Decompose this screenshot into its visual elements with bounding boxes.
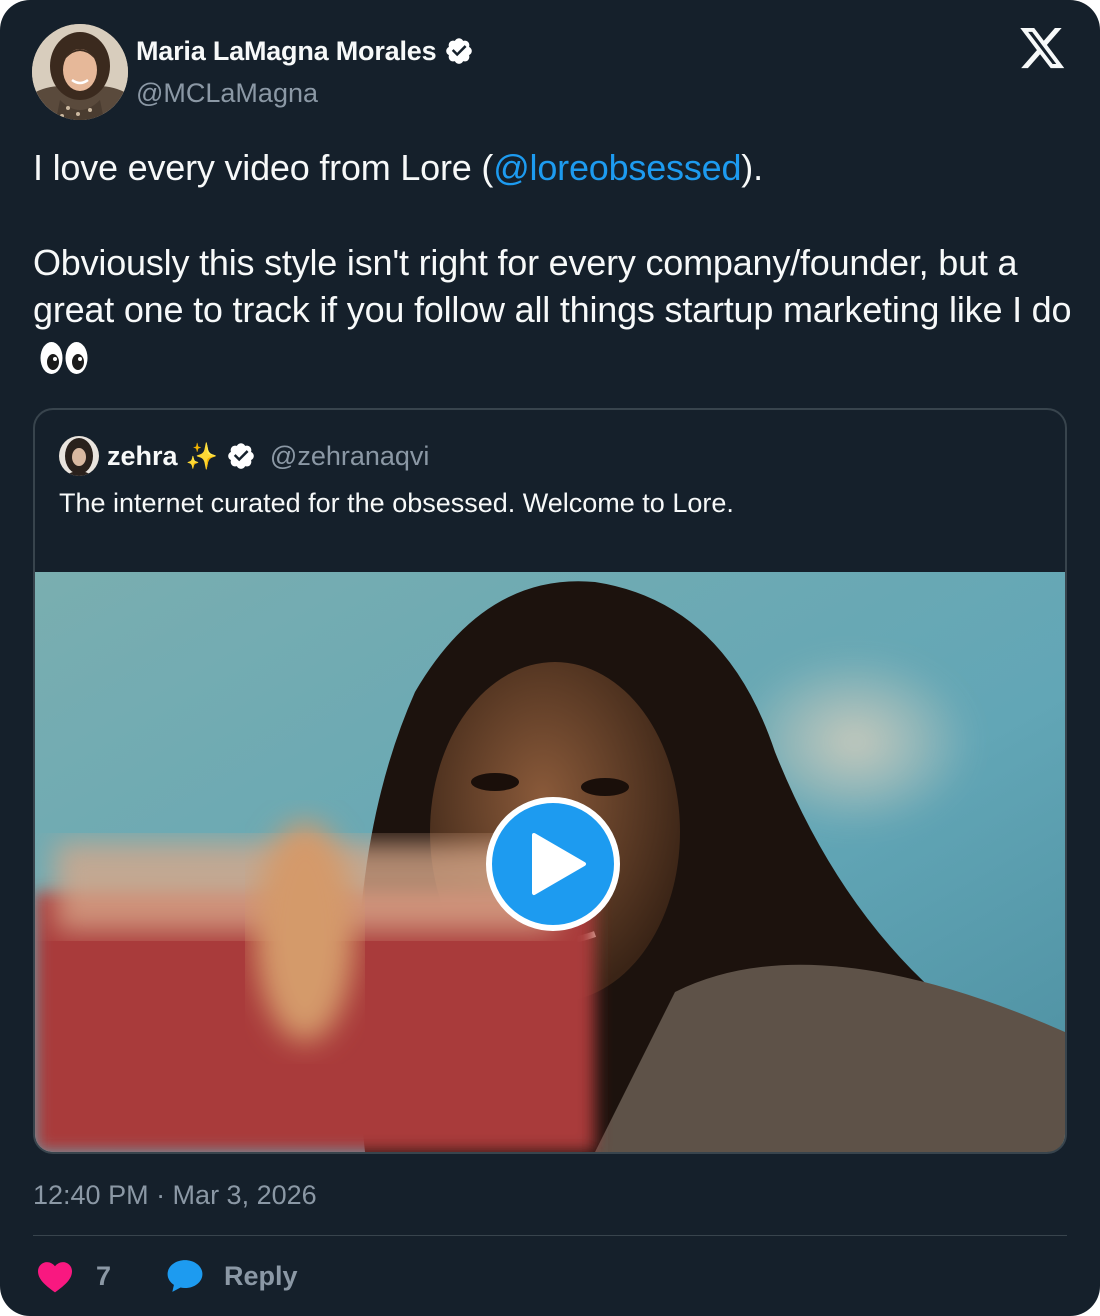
tweet-line-1: I love every video from Lore (@loreobses… <box>33 147 763 188</box>
quoted-tweet[interactable]: zehra ✨ @zehranaqvi The internet curated… <box>33 408 1067 1154</box>
verified-badge-icon <box>446 38 473 64</box>
quote-author-avatar[interactable] <box>59 436 99 476</box>
like-count: 7 <box>96 1260 112 1291</box>
x-logo-icon[interactable] <box>1020 28 1066 70</box>
heart-icon <box>38 1262 72 1293</box>
video-thumbnail[interactable] <box>35 572 1065 1152</box>
divider <box>33 1235 1067 1236</box>
action-bar: 7 Reply <box>36 1256 298 1296</box>
sparkles-emoji: ✨ <box>185 440 218 471</box>
play-icon <box>532 833 586 895</box>
tweet-paragraph-2: Obviously this style isn't right for eve… <box>33 239 1073 386</box>
tweet-text: I love every video from Lore (@loreobses… <box>33 144 1073 386</box>
author-display-name[interactable]: Maria LaMagna Morales <box>136 36 437 67</box>
quote-display-name[interactable]: zehra <box>107 441 178 472</box>
quote-avatar-image <box>59 436 99 476</box>
quote-verified-badge-icon <box>228 443 254 469</box>
play-button[interactable] <box>486 797 620 931</box>
quote-handle[interactable]: @zehranaqvi <box>270 441 430 472</box>
quote-text: The internet curated for the obsessed. W… <box>59 488 734 518</box>
mention-link[interactable]: @loreobsessed <box>493 147 741 188</box>
author-name-row: Maria LaMagna Morales <box>136 34 474 68</box>
like-button[interactable]: 7 <box>36 1259 111 1293</box>
tweet-timestamp[interactable]: 12:40 PM · Mar 3, 2026 <box>33 1180 317 1211</box>
reply-button[interactable]: Reply <box>166 1258 298 1294</box>
author-avatar[interactable] <box>32 24 128 120</box>
reply-label: Reply <box>224 1260 298 1291</box>
speech-bubble-icon <box>167 1260 203 1292</box>
author-handle[interactable]: @MCLaMagna <box>136 78 318 109</box>
tweet-card: Maria LaMagna Morales @MCLaMagna I love … <box>0 0 1100 1316</box>
eyes-emoji-icon <box>39 339 89 386</box>
quote-header: zehra ✨ @zehranaqvi <box>107 438 429 474</box>
author-avatar-image <box>32 24 128 120</box>
